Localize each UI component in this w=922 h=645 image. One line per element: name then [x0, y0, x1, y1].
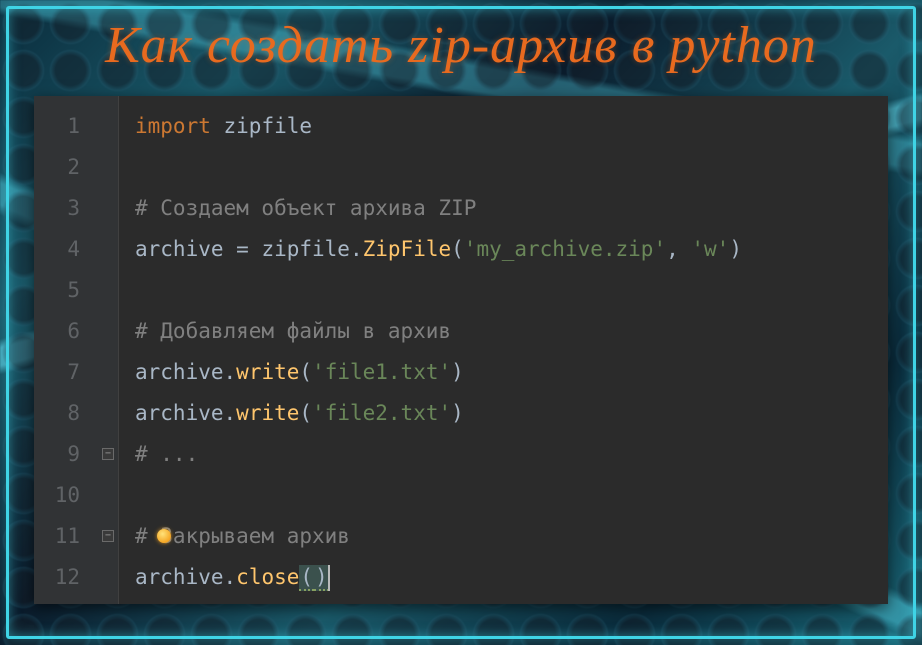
code-token: 'my_archive.zip'	[464, 237, 666, 261]
code-token: archive	[135, 360, 224, 384]
line-number: 4	[34, 229, 104, 270]
code-token: 'w'	[691, 237, 729, 261]
line-number: 9	[34, 434, 104, 475]
code-token: )	[314, 565, 329, 591]
code-line[interactable]: archive.write('file2.txt')	[135, 393, 888, 434]
code-line[interactable]: archive.close()	[135, 557, 888, 598]
line-number: 7	[34, 352, 104, 393]
line-number: 11	[34, 516, 104, 557]
code-token: close	[236, 565, 299, 589]
page-title: Как создать zip-архив в python	[0, 16, 922, 75]
code-token: 'file1.txt'	[312, 360, 451, 384]
code-line[interactable]: archive.write('file1.txt')	[135, 352, 888, 393]
fold-marker-icon[interactable]: −	[102, 530, 114, 542]
code-token: (	[299, 401, 312, 425]
line-number-gutter: 123456789101112	[34, 96, 104, 604]
code-token: # Создаем объект архива ZIP	[135, 196, 476, 220]
code-area[interactable]: import zipfile # Создаем объект архива ZI…	[118, 96, 888, 604]
code-token: archive	[135, 237, 236, 261]
code-line[interactable]: archive = zipfile.ZipFile('my_archive.zi…	[135, 229, 888, 270]
code-token: zipfile	[261, 237, 350, 261]
code-line[interactable]: # Добавляем файлы в архив	[135, 311, 888, 352]
code-line[interactable]	[135, 147, 888, 188]
code-token: =	[236, 237, 261, 261]
code-token: # ...	[135, 442, 198, 466]
line-number: 1	[34, 106, 104, 147]
code-line[interactable]: import zipfile	[135, 106, 888, 147]
code-token: ZipFile	[363, 237, 452, 261]
code-token: )	[729, 237, 742, 261]
code-token: (	[299, 565, 314, 591]
code-token: .	[350, 237, 363, 261]
code-line[interactable]	[135, 270, 888, 311]
code-token: 'file2.txt'	[312, 401, 451, 425]
code-editor[interactable]: 123456789101112 −− import zipfile# Созда…	[34, 96, 888, 604]
line-number: 5	[34, 270, 104, 311]
line-number: 3	[34, 188, 104, 229]
line-number: 10	[34, 475, 104, 516]
line-number: 12	[34, 557, 104, 598]
lightbulb-icon[interactable]	[157, 529, 171, 543]
code-token: ,	[666, 237, 691, 261]
fold-column[interactable]: −−	[104, 96, 118, 604]
code-token: (	[451, 237, 464, 261]
code-token: archive	[135, 401, 224, 425]
code-token: .	[224, 401, 237, 425]
code-token: .	[224, 565, 237, 589]
code-token: zipfile	[224, 114, 313, 138]
code-token: )	[451, 360, 464, 384]
code-token: )	[451, 401, 464, 425]
code-token: write	[236, 360, 299, 384]
text-caret	[328, 565, 330, 591]
code-token: .	[224, 360, 237, 384]
code-line[interactable]: # Создаем объект архива ZIP	[135, 188, 888, 229]
code-token: write	[236, 401, 299, 425]
code-line[interactable]: # ...	[135, 434, 888, 475]
line-number: 6	[34, 311, 104, 352]
line-number: 2	[34, 147, 104, 188]
fold-marker-icon[interactable]: −	[102, 448, 114, 460]
code-line[interactable]: # Закрываем архив	[135, 516, 888, 557]
code-line[interactable]	[135, 475, 888, 516]
code-token: (	[299, 360, 312, 384]
code-token: # Добавляем файлы в архив	[135, 319, 451, 343]
code-token: import	[135, 114, 224, 138]
code-token: archive	[135, 565, 224, 589]
line-number: 8	[34, 393, 104, 434]
